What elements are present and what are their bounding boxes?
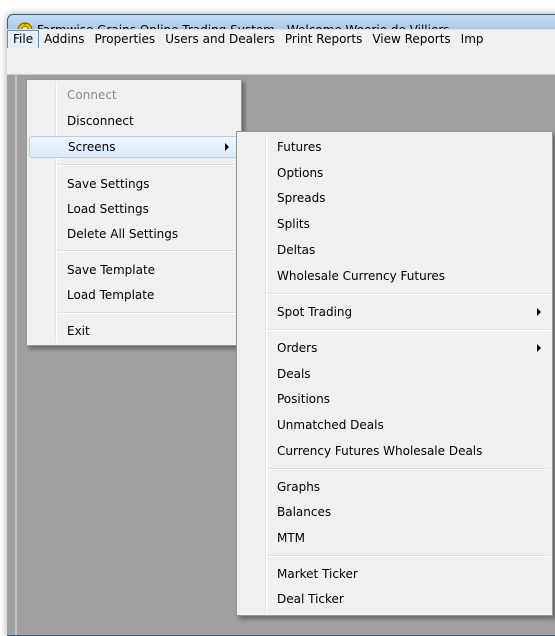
menu-print-reports[interactable]: Print Reports — [280, 30, 367, 49]
file-menu: Connect Disconnect Screens Save Settings… — [26, 79, 242, 346]
screens-positions[interactable]: Positions — [239, 388, 550, 410]
screens-unmatched-deals[interactable]: Unmatched Deals — [239, 414, 550, 436]
screens-splits[interactable]: Splits — [239, 213, 550, 235]
chevron-right-icon — [225, 143, 229, 151]
file-menu-screens[interactable]: Screens — [29, 136, 239, 158]
screens-spot-trading[interactable]: Spot Trading — [239, 301, 550, 323]
menu-view-reports[interactable]: View Reports — [367, 30, 455, 49]
window-left-edge — [15, 75, 17, 635]
file-menu-connect[interactable]: Connect — [29, 84, 239, 106]
screens-market-ticker[interactable]: Market Ticker — [239, 563, 550, 585]
screens-spreads[interactable]: Spreads — [239, 187, 550, 209]
menu-file[interactable]: File — [7, 30, 40, 49]
screens-deal-ticker[interactable]: Deal Ticker — [239, 588, 550, 610]
menu-properties[interactable]: Properties — [90, 30, 161, 49]
screens-orders-label: Orders — [277, 341, 318, 355]
screens-orders[interactable]: Orders — [239, 337, 550, 359]
chevron-right-icon — [537, 308, 541, 316]
screens-balances[interactable]: Balances — [239, 501, 550, 523]
file-menu-save-template[interactable]: Save Template — [29, 259, 239, 281]
screens-spot-trading-label: Spot Trading — [277, 305, 353, 319]
screens-options[interactable]: Options — [239, 162, 550, 184]
file-menu-load-settings[interactable]: Load Settings — [29, 198, 239, 220]
screens-submenu: Futures Options Spreads Splits Deltas Wh… — [236, 131, 553, 616]
screens-separator — [267, 329, 550, 331]
file-menu-separator — [57, 312, 239, 314]
file-menu-delete-all-settings[interactable]: Delete All Settings — [29, 223, 239, 245]
screens-wholesale-currency-futures[interactable]: Wholesale Currency Futures — [239, 265, 550, 287]
screens-separator — [267, 468, 550, 470]
menu-users-and-dealers[interactable]: Users and Dealers — [160, 30, 280, 49]
file-menu-separator — [57, 250, 239, 252]
screens-deltas[interactable]: Deltas — [239, 239, 550, 261]
chevron-right-icon — [537, 344, 541, 352]
screens-currency-futures-wholesale-deals[interactable]: Currency Futures Wholesale Deals — [239, 440, 550, 462]
screens-futures[interactable]: Futures — [239, 136, 550, 158]
screens-mtm[interactable]: MTM — [239, 527, 550, 549]
file-menu-disconnect[interactable]: Disconnect — [29, 110, 239, 132]
file-menu-screens-label: Screens — [68, 140, 116, 154]
file-menu-exit[interactable]: Exit — [29, 320, 239, 342]
screens-graphs[interactable]: Graphs — [239, 476, 550, 498]
screens-separator — [267, 293, 550, 295]
tool-strip — [7, 48, 555, 75]
menu-import[interactable]: Imp — [456, 30, 489, 49]
file-menu-separator — [57, 164, 239, 166]
menu-bar: File Addins Properties Users and Dealers… — [7, 29, 555, 49]
file-menu-save-settings[interactable]: Save Settings — [29, 173, 239, 195]
screens-separator — [267, 555, 550, 557]
menu-addins[interactable]: Addins — [39, 30, 89, 49]
screens-deals[interactable]: Deals — [239, 363, 550, 385]
file-menu-load-template[interactable]: Load Template — [29, 284, 239, 306]
